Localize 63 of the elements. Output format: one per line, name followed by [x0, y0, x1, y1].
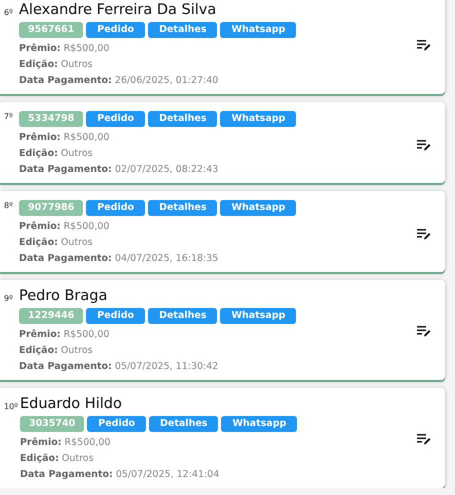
field-label: Data Pagamento:	[19, 253, 112, 264]
rank-label: 8º	[4, 201, 14, 210]
action-button[interactable]: Pedido	[86, 200, 146, 216]
participant-name: Pedro Braga	[19, 287, 108, 305]
list-edit-icon[interactable]	[417, 39, 431, 51]
field-value: Outros	[62, 453, 94, 464]
action-button[interactable]: Detalhes	[148, 200, 218, 216]
action-button[interactable]: Pedido	[86, 22, 146, 38]
rank-label: 10º	[4, 402, 18, 411]
field-value: 05/07/2025, 11:30:42	[114, 361, 218, 372]
field-label: Edição:	[19, 148, 58, 159]
code-badge: 3035740	[20, 416, 84, 432]
field-label: Prêmio:	[19, 221, 61, 232]
list-edit-icon[interactable]	[417, 325, 431, 337]
action-button[interactable]: Detalhes	[148, 111, 218, 127]
code-badge: 9567661	[19, 22, 84, 38]
participant-name: Alexandre Ferreira Da Silva	[19, 1, 218, 19]
field-label: Data Pagamento:	[19, 164, 112, 175]
list-edit-icon[interactable]	[417, 228, 431, 240]
field-label: Prêmio:	[19, 43, 61, 54]
participant-name: Eduardo Hildo	[20, 395, 123, 413]
field-value: R$500,00	[64, 132, 110, 143]
field-value: 05/07/2025, 12:41:04	[116, 469, 220, 480]
field-value: 04/07/2025, 16:18:35	[114, 253, 218, 264]
action-button[interactable]: Whatsapp	[220, 111, 296, 127]
field-value: Outros	[60, 59, 93, 70]
field-label: Edição:	[20, 453, 59, 464]
action-button[interactable]: Whatsapp	[220, 22, 296, 38]
field-label: Prêmio:	[20, 437, 62, 448]
rank-label: 9º	[4, 294, 14, 303]
field-label: Data Pagamento:	[19, 75, 112, 86]
action-button[interactable]: Whatsapp	[220, 200, 296, 216]
action-button[interactable]: Whatsapp	[221, 416, 298, 432]
field-value: Outros	[60, 237, 93, 248]
action-button[interactable]: Detalhes	[148, 22, 218, 38]
action-button[interactable]: Detalhes	[148, 308, 218, 324]
field-value: R$500,00	[64, 221, 110, 232]
field-value: 02/07/2025, 08:22:43	[114, 164, 218, 175]
action-button[interactable]: Pedido	[86, 111, 146, 127]
rank-label: 6º	[4, 8, 14, 17]
list-edit-icon[interactable]	[417, 433, 431, 445]
field-value: R$500,00	[64, 43, 110, 54]
field-label: Data Pagamento:	[20, 469, 113, 480]
field-label: Edição:	[19, 345, 58, 356]
action-button[interactable]: Detalhes	[149, 416, 218, 432]
action-button[interactable]: Pedido	[87, 416, 146, 432]
field-value: R$500,00	[64, 437, 110, 448]
field-label: Prêmio:	[19, 132, 61, 143]
action-button[interactable]: Whatsapp	[220, 308, 296, 324]
list-edit-icon[interactable]	[417, 138, 431, 150]
field-value: R$500,00	[64, 329, 110, 340]
action-button[interactable]: Pedido	[86, 308, 146, 324]
code-badge: 1229446	[19, 308, 84, 324]
rank-label: 7º	[4, 112, 14, 121]
field-label: Edição:	[19, 237, 58, 248]
field-label: Edição:	[19, 59, 58, 70]
field-label: Data Pagamento:	[19, 361, 112, 372]
field-value: Outros	[60, 345, 93, 356]
code-badge: 9077986	[19, 200, 84, 216]
field-value: 26/06/2025, 01:27:40	[114, 75, 218, 86]
field-label: Prêmio:	[19, 329, 61, 340]
code-badge: 5334798	[19, 111, 84, 127]
field-value: Outros	[60, 148, 93, 159]
